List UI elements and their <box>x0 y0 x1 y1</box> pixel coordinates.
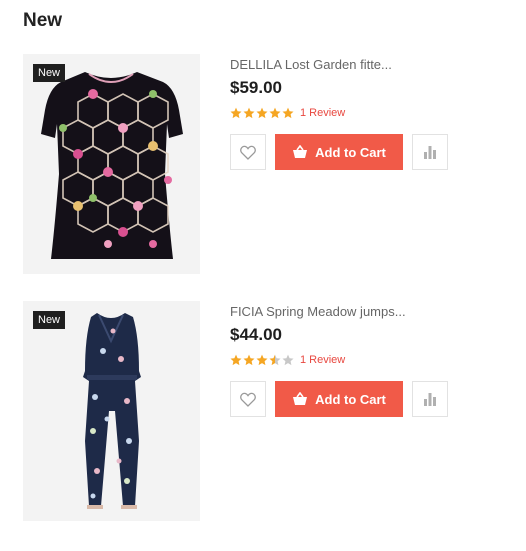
product-name[interactable]: FICIA Spring Meadow jumps... <box>230 304 500 319</box>
star-icon <box>269 354 281 366</box>
product-image[interactable]: New <box>23 301 200 521</box>
wishlist-button[interactable] <box>230 381 266 417</box>
star-icon <box>256 107 268 119</box>
compare-button[interactable] <box>412 134 448 170</box>
reviews-link[interactable]: 1 Review <box>300 107 345 119</box>
star-icon <box>243 354 255 366</box>
product-info: FICIA Spring Meadow jumps... $44.00 1 Re… <box>230 301 500 417</box>
star-icon <box>230 107 242 119</box>
star-icon <box>256 354 268 366</box>
add-to-cart-button[interactable]: Add to Cart <box>275 381 403 417</box>
new-badge: New <box>33 311 66 329</box>
add-to-cart-label: Add to Cart <box>315 391 386 407</box>
bar-chart-icon <box>424 393 436 406</box>
product-rating: 1 Review <box>230 353 500 367</box>
new-badge: New <box>33 64 66 82</box>
star-rating <box>230 107 294 119</box>
basket-icon <box>293 145 308 158</box>
product-card: New DELLILA Lost Garden fitte... $59.00 … <box>23 54 503 274</box>
heart-icon <box>240 392 256 407</box>
product-price: $59.00 <box>230 78 282 97</box>
floral-top-image <box>23 54 200 274</box>
star-icon <box>282 107 294 119</box>
floral-jumpsuit-image <box>23 301 200 521</box>
add-to-cart-label: Add to Cart <box>315 144 386 160</box>
star-icon <box>269 107 281 119</box>
star-icon <box>243 107 255 119</box>
compare-button[interactable] <box>412 381 448 417</box>
reviews-link[interactable]: 1 Review <box>300 354 345 366</box>
heart-icon <box>240 145 256 160</box>
product-card: New FICIA Spring Meadow jumps... $44.00 … <box>23 301 503 521</box>
product-image[interactable]: New <box>23 54 200 274</box>
product-name[interactable]: DELLILA Lost Garden fitte... <box>230 57 500 72</box>
add-to-cart-button[interactable]: Add to Cart <box>275 134 403 170</box>
product-actions: Add to Cart <box>230 381 448 417</box>
product-rating: 1 Review <box>230 106 500 120</box>
product-actions: Add to Cart <box>230 134 448 170</box>
wishlist-button[interactable] <box>230 134 266 170</box>
star-icon <box>230 354 242 366</box>
star-icon <box>282 354 294 366</box>
section-title: New <box>23 10 63 31</box>
star-rating <box>230 354 294 366</box>
bar-chart-icon <box>424 146 436 159</box>
product-info: DELLILA Lost Garden fitte... $59.00 1 Re… <box>230 54 500 170</box>
product-price: $44.00 <box>230 325 282 344</box>
basket-icon <box>293 392 308 405</box>
